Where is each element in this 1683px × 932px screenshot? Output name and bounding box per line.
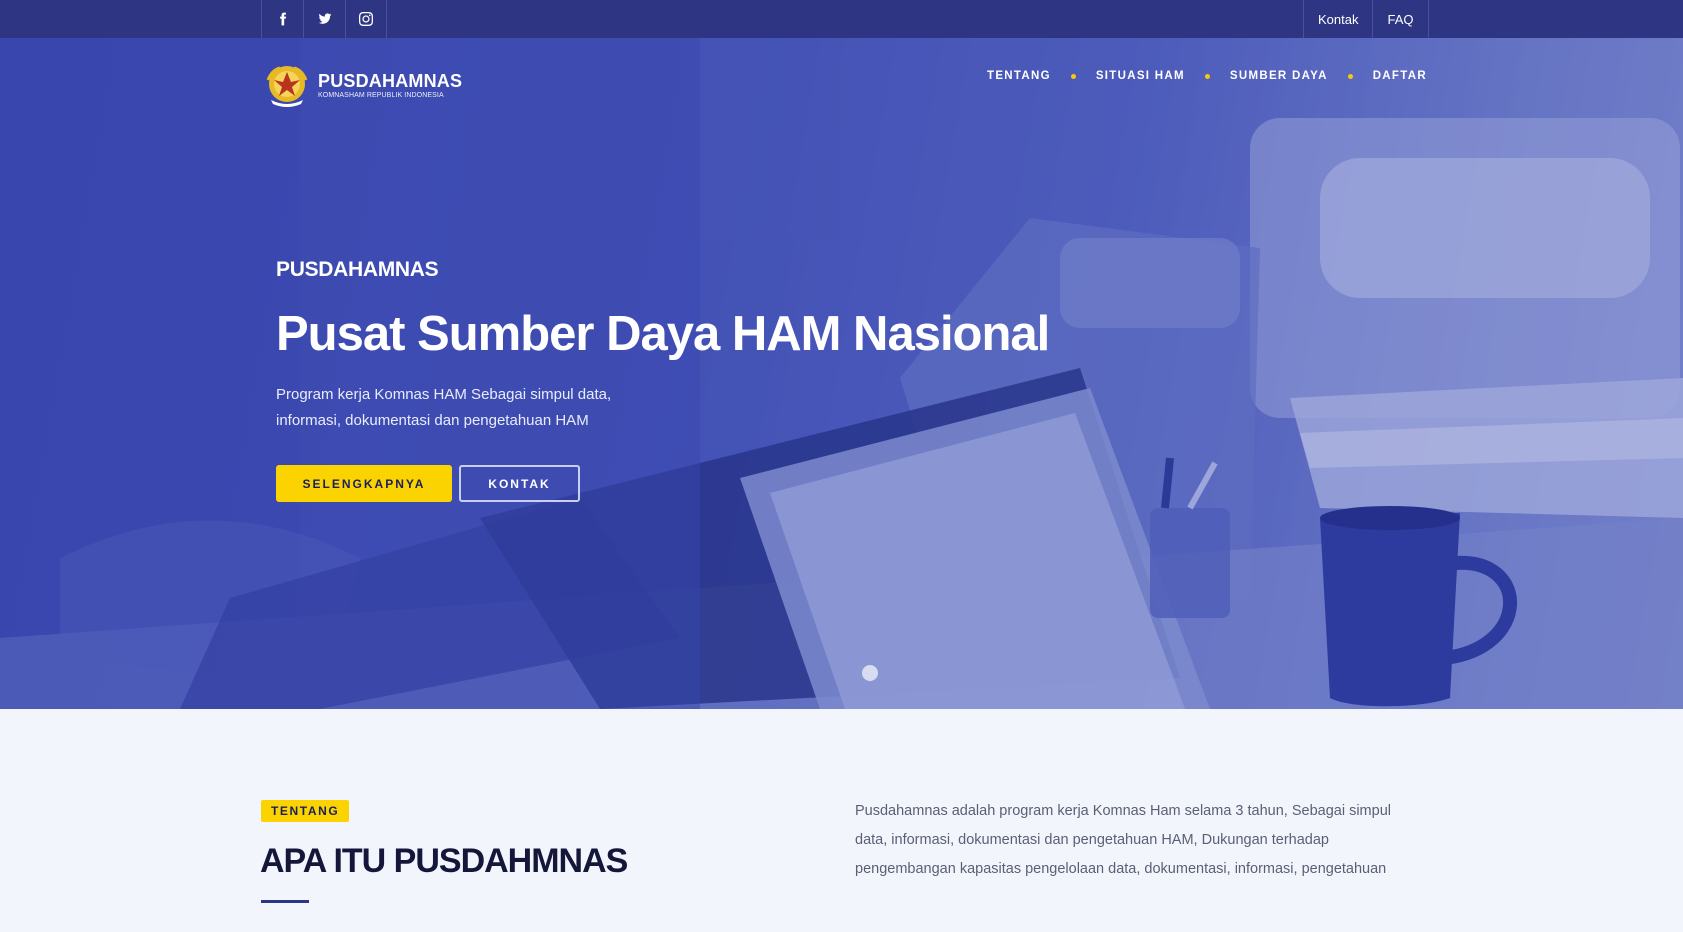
section-title: APA ITU PUSDAHMNAS [260, 842, 628, 880]
facebook-icon [279, 12, 286, 26]
logo-title: PUSDAHAMNAS [318, 70, 463, 91]
logo-subtitle: KOMNASHAM REPUBLIK INDONESIA [318, 91, 444, 99]
hero-buttons: SELENGKAPNYA KONTAK [276, 465, 1049, 502]
facebook-link[interactable] [261, 0, 303, 38]
twitter-icon [318, 13, 331, 24]
top-links: Kontak FAQ [1303, 0, 1429, 38]
about-description: Pusdahamnas adalah program kerja Komnas … [855, 803, 1391, 877]
nav-item-situasi-ham[interactable]: SITUASI HAM [1096, 70, 1185, 82]
nav-separator-dot [1204, 73, 1210, 79]
main-header: PUSDAHAMNAS KOMNASHAM REPUBLIK INDONESIA… [0, 38, 1683, 118]
about-section: TENTANG APA ITU PUSDAHMNAS Pusdahamnas a… [0, 709, 1683, 932]
title-underline [261, 900, 309, 903]
hero-description: Program kerja Komnas HAM Sebagai simpul … [276, 386, 612, 429]
instagram-link[interactable] [345, 0, 387, 38]
slider-dot[interactable] [862, 665, 878, 681]
section-tag: TENTANG [261, 800, 350, 822]
instagram-icon [359, 12, 373, 26]
social-links [261, 0, 387, 38]
main-nav: TENTANG SITUASI HAM SUMBER DAYA DAFTAR [987, 70, 1427, 82]
top-link-faq[interactable]: FAQ [1372, 0, 1429, 38]
top-link-kontak[interactable]: Kontak [1303, 0, 1372, 38]
nav-separator-dot [1347, 73, 1353, 79]
kontak-button[interactable]: KONTAK [459, 465, 580, 502]
page: Kontak FAQ PUSDAHAMNAS KOMNASHAM REPUBLI… [0, 0, 1683, 932]
hero-title: Pusat Sumber Daya HAM Nasional [276, 307, 1050, 361]
nav-item-tentang[interactable]: TENTANG [987, 70, 1051, 82]
logo-text: PUSDAHAMNAS KOMNASHAM REPUBLIK INDONESIA [318, 71, 462, 100]
top-bar: Kontak FAQ [0, 0, 1683, 38]
nav-item-daftar[interactable]: DAFTAR [1373, 70, 1427, 82]
twitter-link[interactable] [303, 0, 345, 38]
garuda-emblem-icon [266, 66, 308, 107]
hero-content: PUSDAHAMNAS Pusat Sumber Daya HAM Nasion… [276, 258, 1050, 502]
site-logo[interactable]: PUSDAHAMNAS KOMNASHAM REPUBLIK INDONESIA [264, 62, 462, 108]
selengkapnya-button[interactable]: SELENGKAPNYA [276, 465, 452, 502]
nav-separator-dot [1070, 73, 1076, 79]
hero-eyebrow: PUSDAHAMNAS [276, 258, 439, 281]
nav-item-sumber-daya[interactable]: SUMBER DAYA [1230, 70, 1328, 82]
